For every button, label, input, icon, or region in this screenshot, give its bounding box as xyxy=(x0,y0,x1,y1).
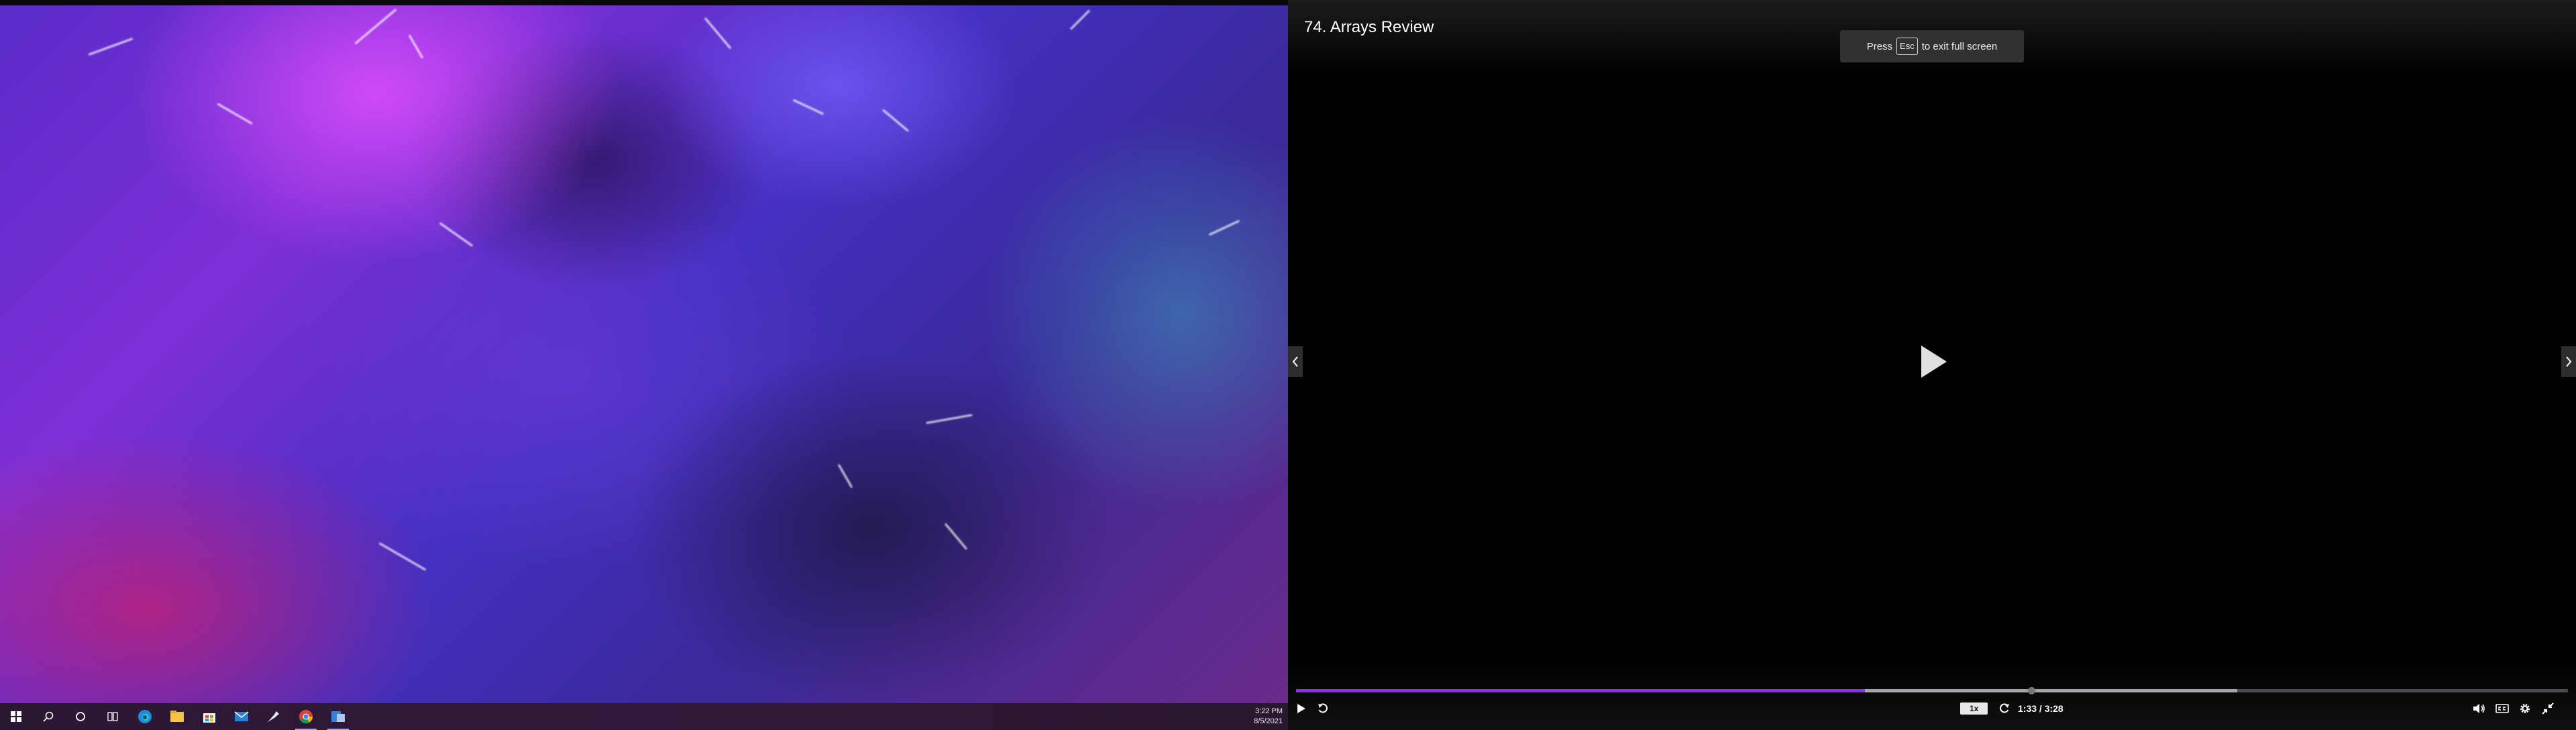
desktop: 3:22 PM 8/5/2021 xyxy=(0,0,1288,730)
chrome-icon xyxy=(299,710,313,724)
steam-taskbar-button[interactable] xyxy=(258,703,290,730)
taskbar: 3:22 PM 8/5/2021 xyxy=(0,703,1288,730)
wallpaper-streak xyxy=(439,222,474,247)
toast-prefix: Press xyxy=(1866,40,1893,52)
chevron-left-icon xyxy=(1292,356,1298,367)
time-readout: 1:33 / 3:28 xyxy=(2018,703,2063,714)
store-taskbar-button[interactable] xyxy=(193,703,225,730)
forward-button[interactable] xyxy=(1995,698,2014,719)
wallpaper-streak xyxy=(792,99,824,115)
captions-button[interactable] xyxy=(2493,698,2512,719)
wallpaper-streak xyxy=(408,34,424,59)
edge-icon xyxy=(138,710,152,723)
wallpaper-streak xyxy=(88,38,133,56)
video-title: 74. Arrays Review xyxy=(1304,18,1434,36)
windows-start-icon xyxy=(11,711,21,722)
rewind-button[interactable] xyxy=(1313,698,1332,719)
mail-taskbar-button[interactable] xyxy=(225,703,258,730)
next-lecture-button[interactable] xyxy=(2561,346,2576,377)
progress-bar[interactable] xyxy=(1296,687,2568,694)
progress-handle[interactable] xyxy=(2027,687,2035,694)
wallpaper-streak xyxy=(378,542,427,571)
chevron-right-icon xyxy=(2566,356,2572,367)
windows-start-button[interactable] xyxy=(0,703,32,730)
search-button[interactable] xyxy=(32,703,64,730)
control-bar: 1x 1:33 / 3:28 xyxy=(1288,698,2576,719)
forward-icon xyxy=(2000,703,2009,713)
chrome-taskbar-button[interactable] xyxy=(290,703,322,730)
center-play-button[interactable] xyxy=(1919,344,1948,379)
gear-icon xyxy=(2520,704,2530,713)
play-icon xyxy=(1921,346,1947,378)
task-view-icon xyxy=(107,712,118,721)
play-icon xyxy=(1297,704,1305,713)
app-icon xyxy=(331,711,345,722)
file-explorer-icon xyxy=(170,711,184,722)
exit-fullscreen-icon xyxy=(2542,702,2554,715)
time-display: 1:33 / 3:28 xyxy=(2018,698,2063,719)
bottom-gradient xyxy=(1288,661,2576,730)
search-icon xyxy=(43,711,54,722)
previous-lecture-button[interactable] xyxy=(1288,346,1303,377)
store-icon xyxy=(203,713,215,723)
rewind-icon xyxy=(1318,703,1328,713)
playback-speed-button[interactable]: 1x xyxy=(1960,698,1988,719)
volume-icon xyxy=(2473,704,2485,713)
app-taskbar-button[interactable] xyxy=(322,703,354,730)
wallpaper-streak xyxy=(1208,219,1240,236)
toast-suffix: to exit full screen xyxy=(1921,40,1998,52)
wallpaper-streak xyxy=(1069,9,1091,30)
clock-time: 3:22 PM xyxy=(1255,707,1283,715)
progress-played xyxy=(1296,689,1865,692)
settings-button[interactable] xyxy=(2516,698,2534,719)
cortana-button[interactable] xyxy=(64,703,97,730)
playback-speed-label: 1x xyxy=(1960,702,1988,715)
wallpaper-streak xyxy=(354,8,397,45)
cortana-icon xyxy=(76,712,85,721)
edge-taskbar-button[interactable] xyxy=(129,703,161,730)
wallpaper-streak xyxy=(217,103,253,125)
steam-icon xyxy=(268,711,279,722)
desktop-wallpaper xyxy=(0,5,1288,703)
wallpaper-streak xyxy=(704,17,732,50)
file-explorer-taskbar-button[interactable] xyxy=(161,703,193,730)
wallpaper-streak xyxy=(944,523,968,550)
top-strip xyxy=(0,0,1288,5)
wallpaper-streak xyxy=(881,109,910,132)
video-player[interactable]: 74. Arrays Review Press Esc to exit full… xyxy=(1288,0,2576,730)
captions-icon xyxy=(2496,704,2509,713)
wallpaper-streak xyxy=(926,413,973,425)
mail-icon xyxy=(234,711,249,721)
exit-fullscreen-button[interactable] xyxy=(2538,698,2557,719)
fullscreen-toast: Press Esc to exit full screen xyxy=(1840,30,2024,62)
toast-esc-key: Esc xyxy=(1896,38,1918,55)
system-clock[interactable]: 3:22 PM 8/5/2021 xyxy=(1236,703,1283,730)
clock-date: 8/5/2021 xyxy=(1254,717,1283,725)
volume-button[interactable] xyxy=(2470,698,2489,719)
wallpaper-streak xyxy=(837,464,853,488)
play-button[interactable] xyxy=(1292,698,1311,719)
task-view-button[interactable] xyxy=(97,703,129,730)
